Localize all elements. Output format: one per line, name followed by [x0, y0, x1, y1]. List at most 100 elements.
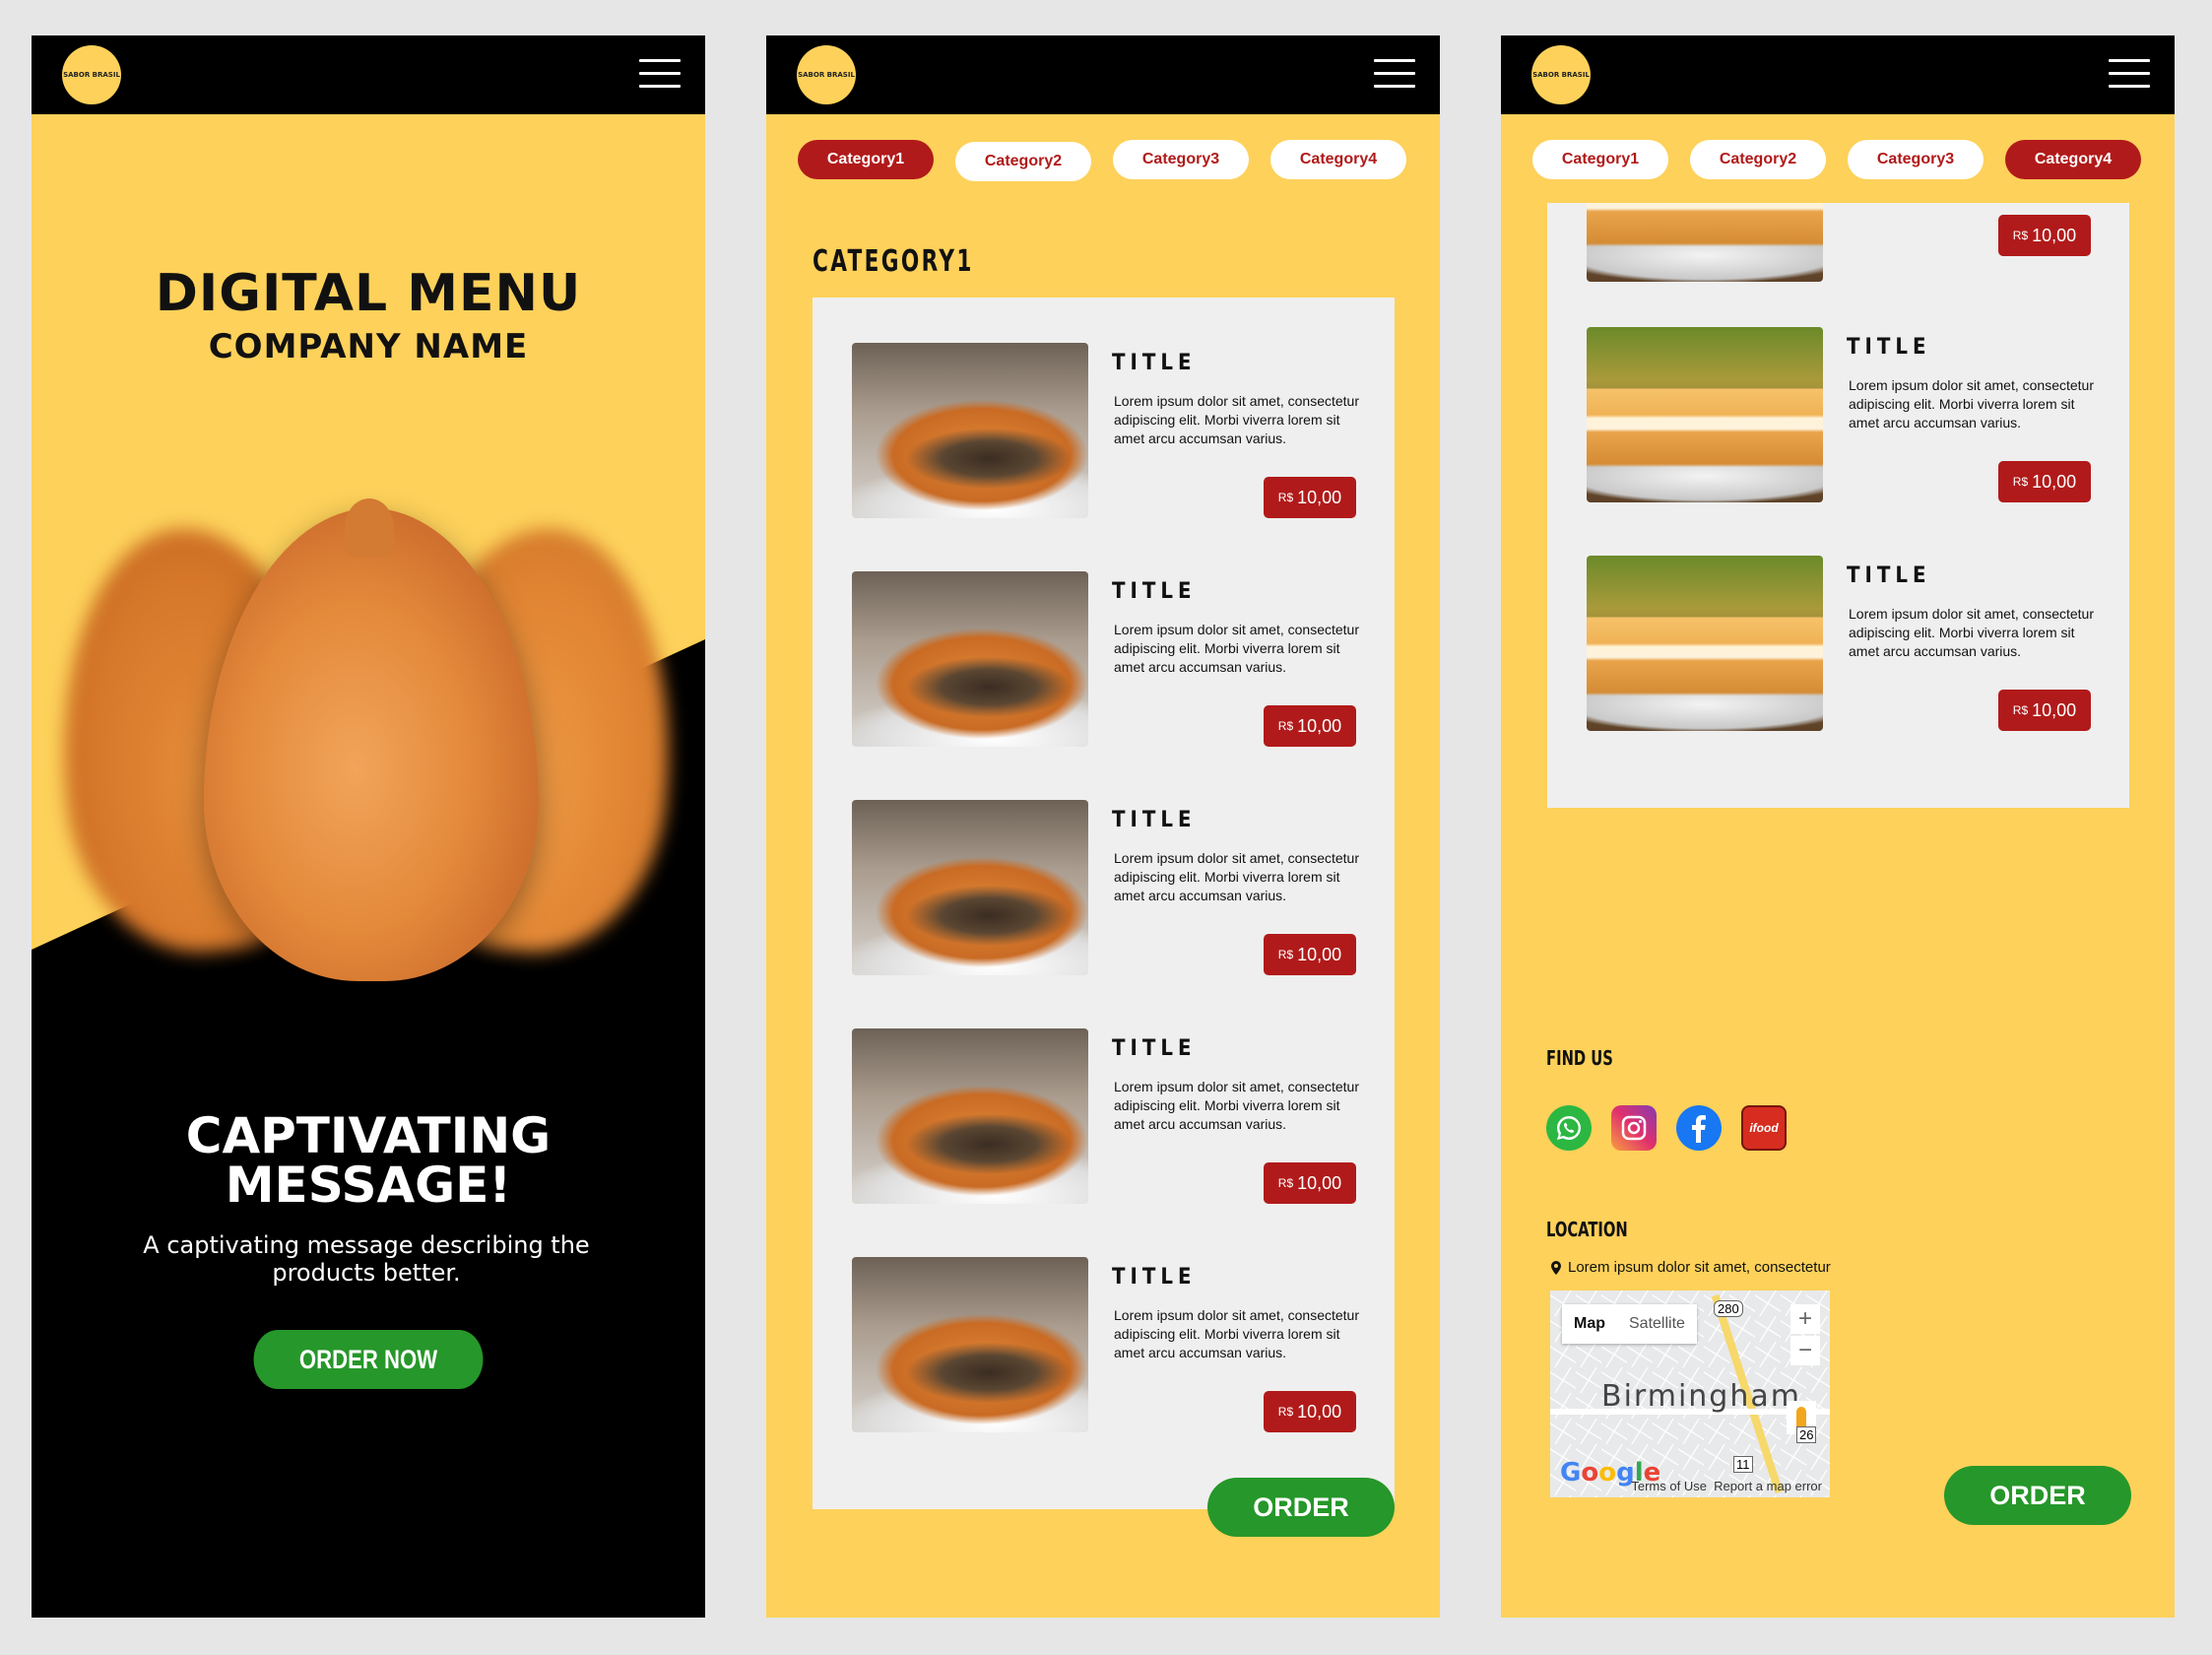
menu-item[interactable]: TITLE Lorem ipsum dolor sit amet, consec…: [1587, 556, 2099, 731]
page-title: DIGITAL MENU: [155, 264, 582, 323]
hamburger-menu-icon[interactable]: [1374, 59, 1415, 89]
menu-item[interactable]: TITLE Lorem ipsum dolor sit amet, consec…: [852, 571, 1364, 747]
top-bar: SABOR BRASIL: [766, 35, 1440, 114]
hero-subtitle: A captivating message describing the pro…: [143, 1231, 590, 1287]
price-button[interactable]: R$ 10,00: [1264, 477, 1356, 518]
price-value: 10,00: [1297, 944, 1342, 964]
tab-category4[interactable]: Category4: [1270, 140, 1406, 179]
menu-item[interactable]: TITLE Lorem ipsum dolor sit amet, consec…: [1587, 327, 2099, 502]
item-description: Lorem ipsum dolor sit amet, consectetur …: [1114, 1079, 1359, 1132]
item-description: Lorem ipsum dolor sit amet, consectetur …: [1114, 1307, 1359, 1360]
instagram-icon[interactable]: [1611, 1105, 1657, 1151]
cake-image: [1587, 556, 1823, 731]
price-button[interactable]: R$ 10,00: [1998, 215, 2091, 256]
top-bar: SABOR BRASIL: [1501, 35, 2175, 114]
order-button[interactable]: ORDER: [1944, 1466, 2131, 1525]
currency: R$: [1277, 1176, 1294, 1190]
cake-image: [1587, 327, 1823, 502]
top-bar: SABOR BRASIL: [32, 35, 705, 114]
map-city-label: Birmingham: [1601, 1379, 1801, 1414]
order-now-button[interactable]: ORDER NOW: [253, 1330, 484, 1389]
hamburger-menu-icon[interactable]: [2109, 59, 2150, 89]
tab-category2[interactable]: Category2: [955, 142, 1091, 181]
satellite-tab[interactable]: Satellite: [1617, 1304, 1697, 1344]
currency: R$: [1277, 491, 1294, 504]
brand-logo[interactable]: SABOR BRASIL: [1531, 45, 1591, 104]
map-type-tabs: Map Satellite: [1562, 1304, 1697, 1344]
tab-category4[interactable]: Category4: [2005, 140, 2141, 179]
map-tab[interactable]: Map: [1562, 1304, 1617, 1344]
price-button[interactable]: R$ 10,00: [1998, 461, 2091, 502]
zoom-out-button[interactable]: −: [1790, 1336, 1820, 1365]
menu-item[interactable]: TITLE Lorem ipsum dolor sit amet, consec…: [852, 1257, 1364, 1432]
item-title: TITLE: [1112, 351, 1197, 375]
map-terms-link[interactable]: Terms of Use: [1631, 1479, 1707, 1493]
price-button[interactable]: R$ 10,00: [1264, 1162, 1356, 1204]
menu-item[interactable]: TITLE Lorem ipsum dolor sit amet, consec…: [852, 800, 1364, 975]
item-description: Lorem ipsum dolor sit amet, consectetur …: [1114, 393, 1359, 446]
currency: R$: [2012, 703, 2029, 717]
location-map[interactable]: Map Satellite 280 + − Birmingham 26 11 G…: [1550, 1291, 1830, 1497]
price-value: 10,00: [1297, 487, 1342, 507]
tab-category3[interactable]: Category3: [1113, 140, 1249, 179]
route-shield-26: 26: [1796, 1426, 1817, 1443]
pastel-image: [852, 800, 1088, 975]
logo-text: SABOR BRASIL: [798, 71, 855, 79]
currency: R$: [1277, 719, 1294, 733]
category-tabs: Category1 Category2 Category3 Category4: [798, 140, 1428, 181]
address-text: Lorem ipsum dolor sit amet, consectetur: [1568, 1259, 1831, 1276]
item-title: TITLE: [1112, 579, 1197, 604]
category-screen: SABOR BRASIL Category1 Category2 Categor…: [766, 35, 1440, 1618]
price-value: 10,00: [2032, 225, 2077, 245]
pastel-image: [852, 571, 1088, 747]
tab-category1[interactable]: Category1: [798, 140, 934, 179]
item-title: TITLE: [1847, 563, 1931, 588]
price-button[interactable]: R$ 10,00: [1264, 934, 1356, 975]
tab-category3[interactable]: Category3: [1848, 140, 1984, 179]
order-button[interactable]: ORDER: [1207, 1478, 1395, 1537]
category-tabs: Category1 Category2 Category3 Category4: [1532, 140, 2163, 181]
location-heading: LOCATION: [1546, 1218, 1628, 1241]
currency: R$: [2012, 229, 2029, 242]
company-name: COMPANY NAME: [208, 327, 529, 366]
price-button[interactable]: R$ 10,00: [1998, 690, 2091, 731]
report-map-error-link[interactable]: Report a map error: [1714, 1479, 1822, 1493]
category-heading: CATEGORY1: [813, 244, 974, 279]
price-button[interactable]: R$ 10,00: [1264, 705, 1356, 747]
item-title: TITLE: [1847, 335, 1931, 360]
route-shield-280: 280: [1714, 1300, 1743, 1317]
price-value: 10,00: [1297, 715, 1342, 736]
map-footer: Terms of Use Report a map error: [1631, 1479, 1822, 1493]
menu-card: TITLE Lorem ipsum dolor sit amet, consec…: [813, 298, 1395, 1509]
currency: R$: [1277, 1405, 1294, 1419]
item-title: TITLE: [1112, 1265, 1197, 1290]
captivating-message-line2: MESSAGE!: [225, 1157, 512, 1214]
route-shield-11: 11: [1733, 1456, 1753, 1473]
map-pin-icon: [1551, 1260, 1561, 1275]
hamburger-menu-icon[interactable]: [639, 59, 681, 89]
brand-logo[interactable]: SABOR BRASIL: [62, 45, 121, 104]
currency: R$: [1277, 948, 1294, 961]
home-screen: SABOR BRASIL DIGITAL MENU COMPANY NAME C…: [32, 35, 705, 1618]
facebook-icon[interactable]: [1676, 1105, 1722, 1151]
logo-text: SABOR BRASIL: [63, 71, 120, 79]
whatsapp-icon[interactable]: [1546, 1105, 1592, 1151]
price-button[interactable]: R$ 10,00: [1264, 1391, 1356, 1432]
currency: R$: [2012, 475, 2029, 489]
menu-item[interactable]: TITLE Lorem ipsum dolor sit amet, consec…: [852, 1028, 1364, 1204]
ifood-label: ifood: [1749, 1121, 1779, 1135]
menu-card: varius. R$10,00 TITLE Lorem ipsum dolor …: [1547, 106, 2129, 808]
item-description: Lorem ipsum dolor sit amet, consectetur …: [1849, 606, 2094, 659]
address: Lorem ipsum dolor sit amet, consectetur: [1550, 1259, 1831, 1276]
price-value: 10,00: [1297, 1172, 1342, 1193]
price-value: 10,00: [2032, 699, 2077, 720]
find-us-heading: FIND US: [1546, 1046, 1613, 1070]
menu-item[interactable]: TITLE Lorem ipsum dolor sit amet, consec…: [852, 343, 1364, 518]
tab-category2[interactable]: Category2: [1690, 140, 1826, 179]
tab-category1[interactable]: Category1: [1532, 140, 1668, 179]
ifood-icon[interactable]: ifood: [1741, 1105, 1787, 1151]
brand-logo[interactable]: SABOR BRASIL: [797, 45, 856, 104]
item-title: TITLE: [1112, 808, 1197, 832]
coxinha-tip: [345, 498, 394, 558]
zoom-in-button[interactable]: +: [1790, 1304, 1820, 1334]
